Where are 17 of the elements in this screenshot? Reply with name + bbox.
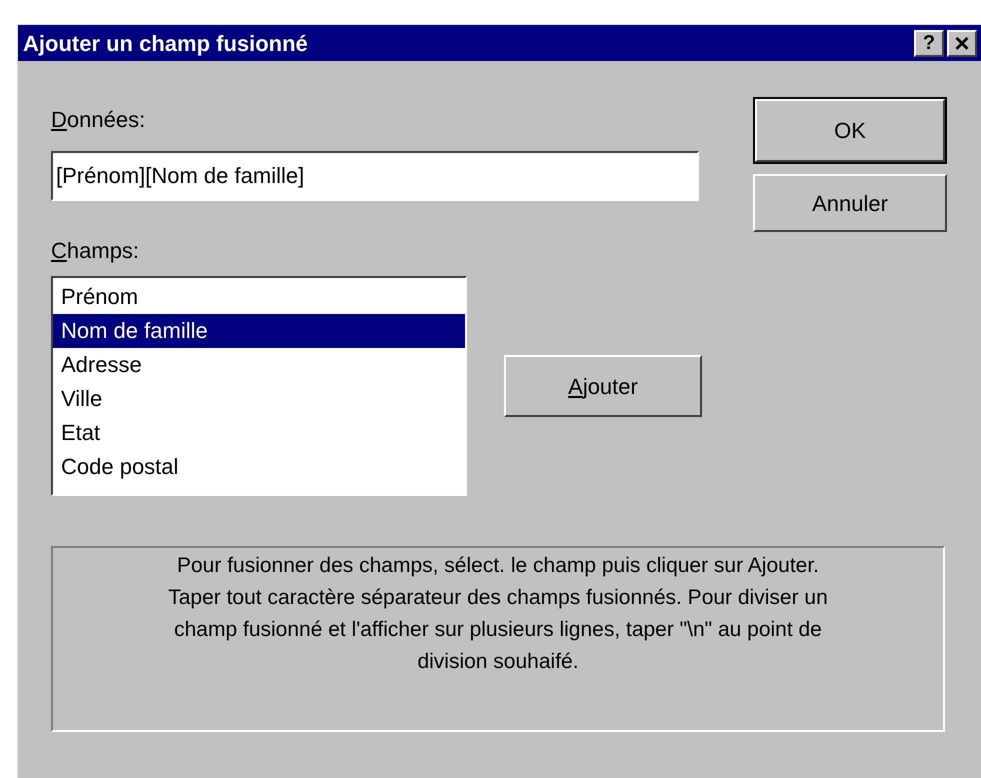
list-item[interactable]: Code postal — [53, 450, 465, 484]
data-label: Données: — [51, 109, 146, 131]
list-item[interactable]: Prénom — [53, 280, 465, 314]
window-title: Ajouter un champ fusionné — [23, 30, 309, 58]
list-item[interactable]: Etat — [53, 416, 465, 450]
fields-listbox[interactable]: Prénom Nom de famille Adresse Ville Etat Code postal — [51, 276, 467, 496]
close-button[interactable]: × — [947, 30, 977, 56]
list-item[interactable]: Nom de famille — [53, 314, 465, 348]
fields-label: Champs: — [51, 240, 140, 262]
dialog-button[interactable]: OK — [753, 97, 947, 164]
list-item[interactable]: Adresse — [53, 348, 465, 382]
add-button[interactable]: Ajouter — [504, 355, 702, 417]
help-button[interactable]: ? — [914, 30, 944, 56]
dialog-button[interactable]: Annuler — [753, 174, 947, 232]
list-item[interactable]: Ville — [53, 382, 465, 416]
data-input-field[interactable]: [Prénom][Nom de famille] — [51, 151, 699, 201]
help-text: Pour fusionner des champs, sélect. le champ puis cliquer sur Ajouter. Taper tout caractère séparateur des champs fusionnés. Pour diviser un champ fusionné et l'afficher sur plusieurs lignes, taper "\n" au point de division souhaifé. — [167, 553, 829, 675]
